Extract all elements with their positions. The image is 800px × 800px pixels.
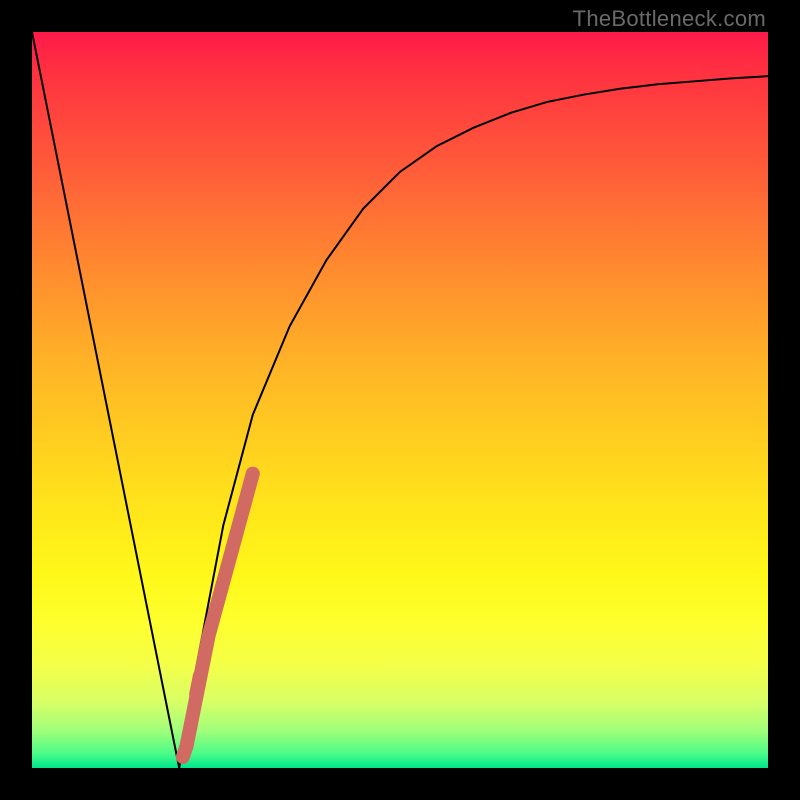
plot-area bbox=[32, 32, 768, 768]
chart-frame: TheBottleneck.com bbox=[0, 0, 800, 800]
watermark-text: TheBottleneck.com bbox=[573, 6, 766, 32]
series-highlight-segment bbox=[183, 474, 253, 757]
chart-svg bbox=[32, 32, 768, 768]
series-bottleneck-curve bbox=[32, 32, 768, 768]
series-highlight-dot bbox=[196, 676, 200, 694]
series-group bbox=[32, 32, 768, 768]
